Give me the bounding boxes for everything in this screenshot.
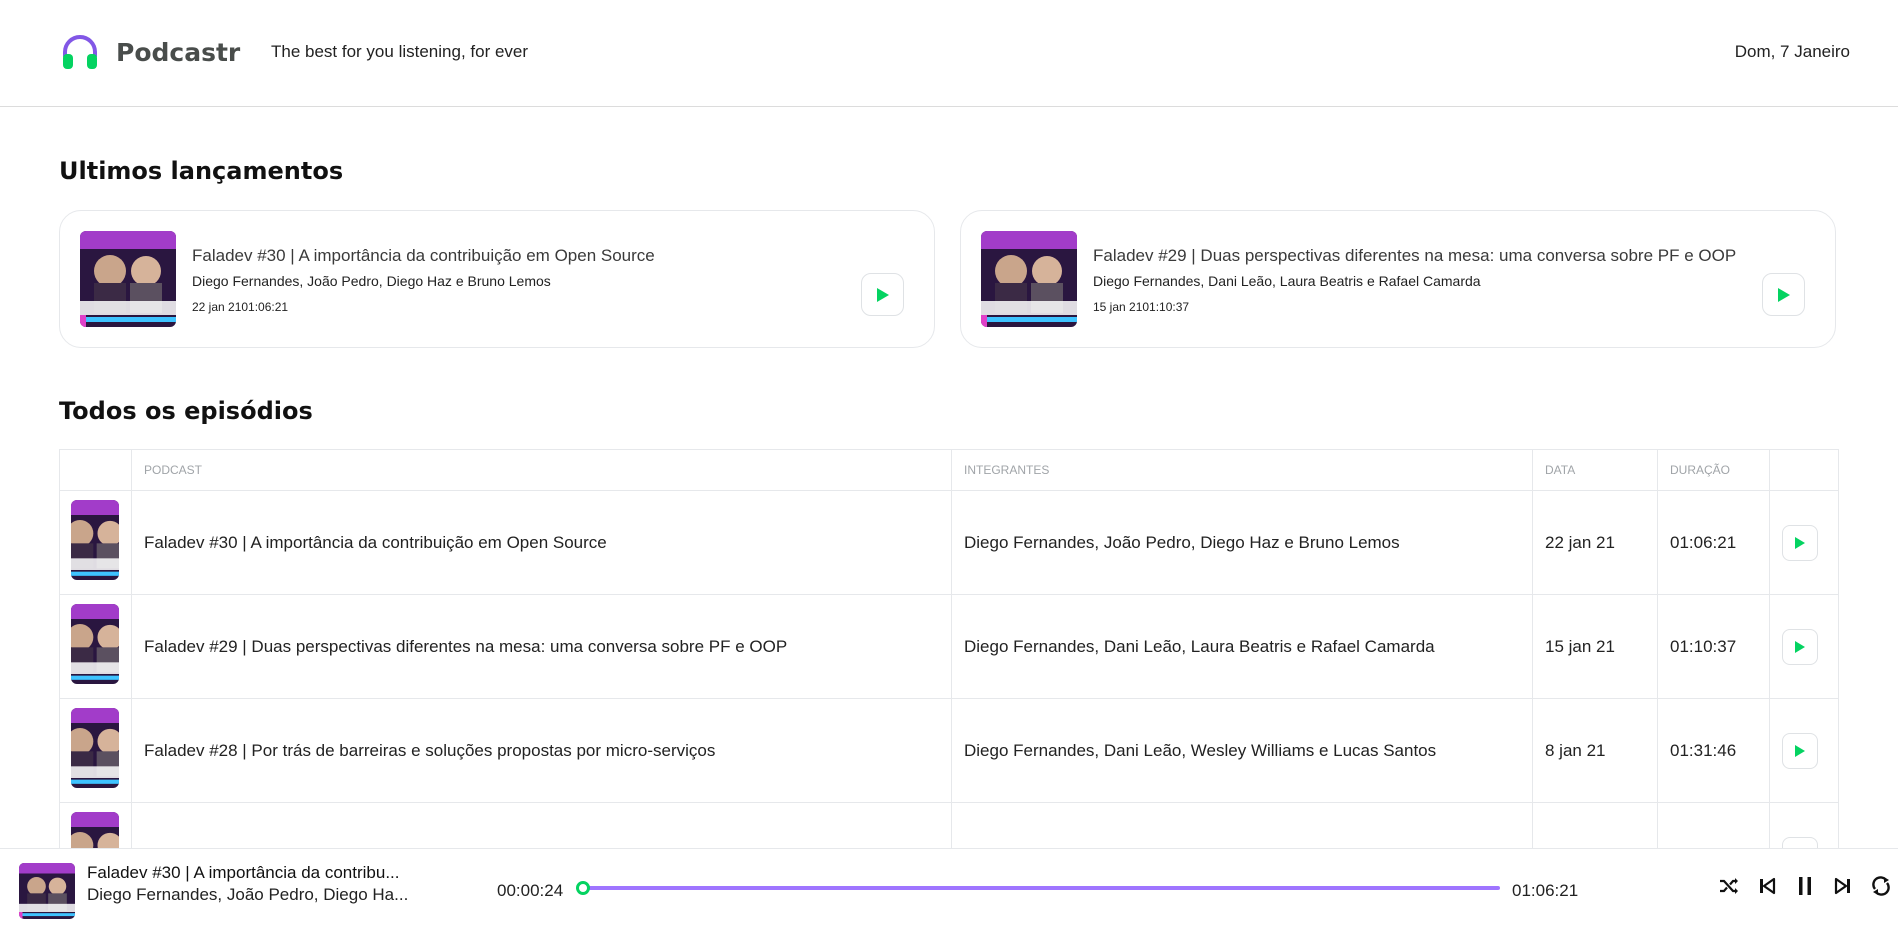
episode-date: 22 jan 21 [1532, 490, 1658, 595]
progress-slider[interactable] [582, 886, 1500, 890]
next-button[interactable] [1832, 875, 1854, 897]
episode-thumbnail [71, 604, 119, 684]
current-time: 00:00:24 [497, 881, 564, 900]
shuffle-icon [1720, 878, 1738, 894]
episode-date: 15 jan 21 [1532, 594, 1658, 699]
episode-members: Diego Fernandes, Dani Leão, Laura Beatri… [1093, 273, 1481, 289]
all-episodes-title: Todos os episódios [59, 397, 313, 425]
column-header-duration: Duração [1657, 449, 1770, 491]
episode-members: Diego Fernandes, Dani Leão, Laura Beatri… [951, 594, 1533, 699]
episode-thumbnail [80, 231, 176, 327]
episode-duration: 01:10:37 [1657, 594, 1770, 699]
episode-date: 8 jan 21 [1532, 698, 1658, 803]
logo[interactable]: Podcastr [60, 32, 240, 72]
latest-releases-title: Ultimos lançamentos [59, 157, 344, 185]
play-button[interactable] [1782, 524, 1818, 561]
episode-date-duration: 15 jan 2101:10:37 [1093, 300, 1190, 314]
column-header-action [1769, 449, 1839, 491]
play-button[interactable] [1762, 273, 1805, 316]
play-icon [1795, 640, 1805, 653]
episodes-table: Podcast Integrantes Data Duração Faladev… [59, 449, 1839, 907]
play-icon [876, 287, 889, 302]
episode-title-link[interactable]: Faladev #30 | A importância da contribui… [131, 490, 952, 595]
current-date: Dom, 7 Janeiro [1734, 42, 1850, 61]
episode-duration: 01:31:46 [1657, 698, 1770, 803]
episode-title[interactable]: Faladev #30 | A importância da contribui… [192, 246, 655, 266]
column-header-thumbnail [59, 449, 132, 491]
pause-button[interactable] [1794, 875, 1816, 897]
episode-duration: 01:06:21 [1657, 490, 1770, 595]
table-row: Faladev #30 | A importância da contribui… [59, 490, 1839, 595]
player-controls [1718, 875, 1892, 897]
episode-members: Diego Fernandes, Dani Leão, Wesley Willi… [951, 698, 1533, 803]
shuffle-button[interactable] [1718, 875, 1740, 897]
play-icon [1795, 536, 1805, 549]
repeat-icon [1872, 876, 1890, 896]
play-button[interactable] [1782, 732, 1818, 769]
table-row: Faladev #28 | Por trás de barreiras e so… [59, 698, 1839, 803]
episode-members: Diego Fernandes, João Pedro, Diego Haz e… [192, 273, 551, 289]
episode-title-link[interactable]: Faladev #28 | Por trás de barreiras e so… [131, 698, 952, 803]
play-button[interactable] [861, 273, 904, 316]
headphones-icon [63, 35, 97, 69]
play-icon [1795, 744, 1805, 757]
pause-icon [1799, 877, 1811, 895]
total-time: 01:06:21 [1512, 881, 1579, 900]
play-button[interactable] [1782, 628, 1818, 665]
now-playing-thumbnail [19, 863, 75, 919]
column-header-podcast: Podcast [131, 449, 952, 491]
episode-members: Diego Fernandes, João Pedro, Diego Haz e… [951, 490, 1533, 595]
table-row: Faladev #29 | Duas perspectivas diferent… [59, 594, 1839, 699]
episode-thumbnail [71, 708, 119, 788]
previous-button[interactable] [1756, 875, 1778, 897]
table-header-row: Podcast Integrantes Data Duração [59, 449, 1839, 491]
progress-handle[interactable] [576, 881, 590, 895]
episode-thumbnail [981, 231, 1077, 327]
latest-episode-card[interactable]: Faladev #29 | Duas perspectivas diferent… [960, 210, 1836, 348]
now-playing-title: Faladev #30 | A importância da contribu.… [87, 863, 400, 882]
tagline: The best for you listening, for ever [271, 42, 529, 61]
play-icon [1777, 287, 1790, 302]
repeat-button[interactable] [1870, 875, 1892, 897]
episode-title[interactable]: Faladev #29 | Duas perspectivas diferent… [1093, 246, 1736, 266]
latest-episode-card[interactable]: Faladev #30 | A importância da contribui… [59, 210, 935, 348]
episode-date-duration: 22 jan 2101:06:21 [192, 300, 289, 314]
header: Podcastr The best for you listening, for… [0, 0, 1898, 107]
episode-title-link[interactable]: Faladev #29 | Duas perspectivas diferent… [131, 594, 952, 699]
column-header-date: Data [1532, 449, 1658, 491]
next-icon [1834, 877, 1850, 895]
now-playing-members: Diego Fernandes, João Pedro, Diego Ha... [87, 885, 409, 904]
column-header-members: Integrantes [951, 449, 1533, 491]
episode-thumbnail [71, 500, 119, 580]
previous-icon [1760, 877, 1776, 895]
app-name: Podcastr [116, 37, 241, 67]
